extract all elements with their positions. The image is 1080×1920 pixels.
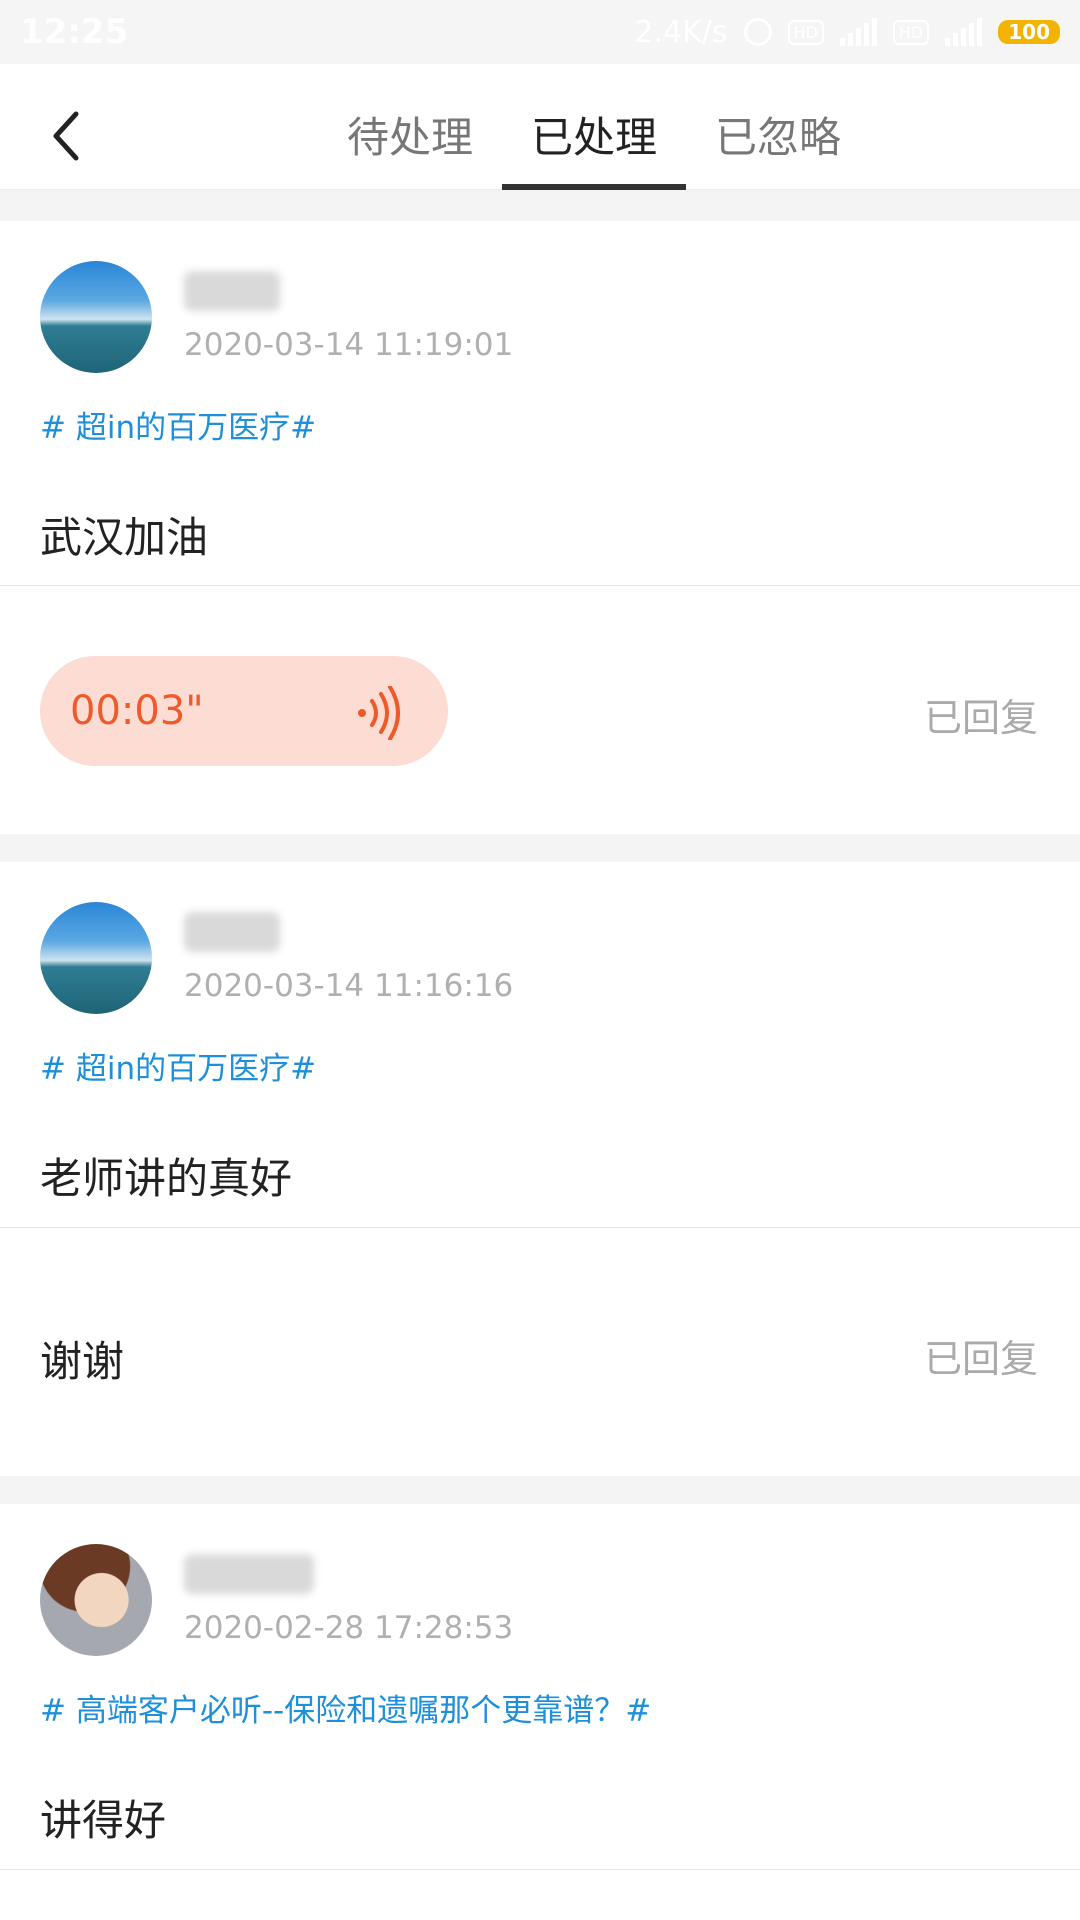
tab-pending[interactable]: 待处理: [318, 64, 502, 190]
comment-card: 2020-03-14 11:19:01 # 超in的百万医疗# 武汉加油 00:…: [0, 221, 1080, 834]
username-blurred: [184, 1554, 314, 1594]
comment-timestamp: 2020-03-14 11:19:01: [184, 327, 514, 363]
tab-bar: 待处理 已处理 已忽略: [0, 64, 1080, 190]
comment-text: 老师讲的真好: [40, 1154, 293, 1203]
reply-text: 谢谢: [40, 1337, 125, 1386]
alarm-icon: [743, 18, 772, 46]
topic-link[interactable]: # 超in的百万医疗#: [40, 402, 316, 447]
hd-icon: HD: [787, 19, 824, 45]
avatar[interactable]: [40, 902, 152, 1014]
voice-wave-icon: [358, 686, 400, 740]
network-speed: 2.4K/s: [634, 14, 728, 50]
hd-icon: HD: [892, 19, 930, 45]
tab-ignored[interactable]: 已忽略: [686, 64, 870, 190]
tab-label: 已忽略: [714, 113, 841, 162]
battery-icon: 100: [998, 20, 1060, 44]
status-bar: 12:25 2.4K/s HD HD 100: [0, 0, 1080, 64]
voice-reply-bubble[interactable]: 00:03": [40, 656, 448, 766]
divider: [0, 1869, 1080, 1870]
comment-text: 讲得好: [40, 1796, 167, 1845]
username-blurred: [184, 271, 280, 311]
status-time: 12:25: [20, 12, 129, 52]
replied-status: 已回复: [923, 696, 1038, 740]
signal-icon: [945, 18, 983, 46]
signal-icon: [839, 18, 877, 46]
replied-status: 已回复: [923, 1337, 1038, 1381]
tab-processed[interactable]: 已处理: [502, 64, 686, 190]
tab-label: 待处理: [346, 113, 473, 162]
comment-timestamp: 2020-02-28 17:28:53: [184, 1610, 514, 1646]
voice-duration: 00:03": [70, 688, 204, 734]
comment-text: 武汉加油: [40, 513, 209, 562]
status-indicators: 2.4K/s HD HD 100: [634, 15, 1060, 50]
header: 待处理 已处理 已忽略: [0, 64, 1080, 190]
avatar[interactable]: [40, 261, 152, 373]
comment-timestamp: 2020-03-14 11:16:16: [184, 968, 514, 1004]
divider: [0, 1227, 1080, 1228]
tab-label: 已处理: [530, 113, 657, 162]
avatar[interactable]: [40, 1544, 152, 1656]
username-blurred: [184, 912, 280, 952]
topic-link[interactable]: # 超in的百万医疗#: [40, 1043, 316, 1088]
comment-card: 2020-02-28 17:28:53 # 高端客户必听--保险和遗嘱那个更靠谱…: [0, 1504, 1080, 1920]
topic-link[interactable]: # 高端客户必听--保险和遗嘱那个更靠谱？#: [40, 1685, 651, 1730]
comment-card: 2020-03-14 11:16:16 # 超in的百万医疗# 老师讲的真好 谢…: [0, 862, 1080, 1476]
divider: [0, 585, 1080, 586]
